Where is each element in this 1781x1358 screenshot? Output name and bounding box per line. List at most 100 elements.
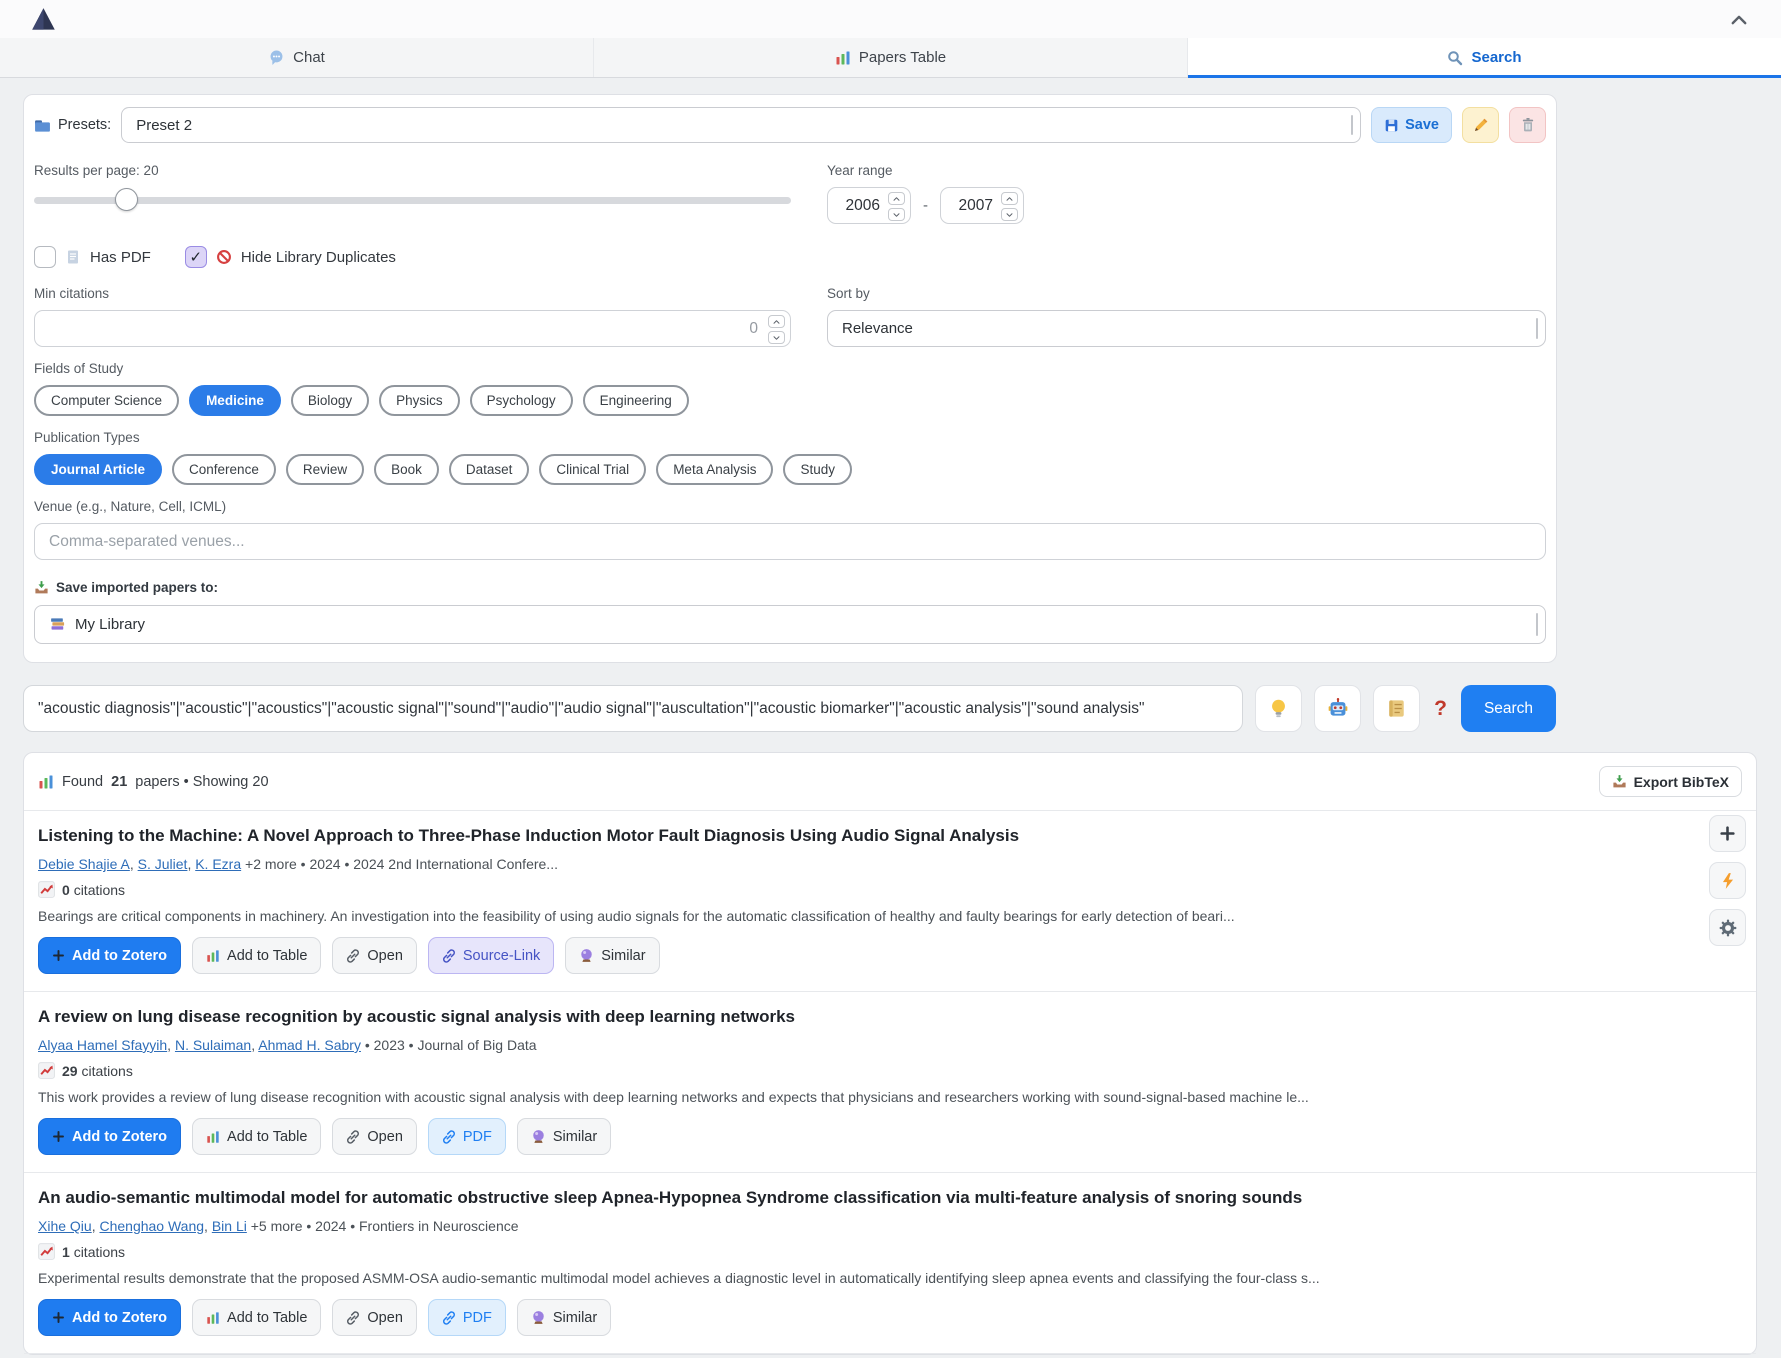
year-range-label: Year range <box>827 163 1546 178</box>
similar-button[interactable]: Similar <box>517 1299 611 1336</box>
add-to-zotero-button[interactable]: Add to Zotero <box>38 1299 181 1336</box>
year-to-decrement[interactable] <box>1001 208 1018 221</box>
author-link[interactable]: Chenghao Wang <box>99 1218 204 1234</box>
preset-select[interactable]: Preset 2 <box>121 107 1361 143</box>
author-link[interactable]: N. Sulaiman <box>175 1037 251 1053</box>
hide-duplicates-checkbox[interactable]: ✓ Hide Library Duplicates <box>185 246 396 268</box>
paper-title: Listening to the Machine: A Novel Approa… <box>38 826 1686 846</box>
save-preset-button[interactable]: Save <box>1371 107 1452 143</box>
chart-increasing-icon <box>38 1062 55 1079</box>
open-button[interactable]: Open <box>332 1118 416 1155</box>
has-pdf-checkbox[interactable]: Has PDF <box>34 246 151 268</box>
citations-count: 1 <box>62 1244 70 1260</box>
add-button[interactable] <box>1709 815 1746 852</box>
ai-assist-button[interactable] <box>1314 685 1361 732</box>
checkbox-checked[interactable]: ✓ <box>185 246 207 268</box>
min-citations-input[interactable]: 0 <box>34 310 791 347</box>
tab-chat[interactable]: Chat <box>0 38 594 77</box>
add-to-zotero-button[interactable]: Add to Zotero <box>38 1118 181 1155</box>
chip-conference[interactable]: Conference <box>172 454 276 485</box>
author-link[interactable]: S. Juliet <box>138 856 188 872</box>
add-to-table-button[interactable]: Add to Table <box>192 937 321 974</box>
similar-button[interactable]: Similar <box>565 937 659 974</box>
delete-preset-button[interactable] <box>1509 107 1546 143</box>
author-link[interactable]: Bin Li <box>212 1218 247 1234</box>
citations-line: 0 citations <box>38 881 1686 898</box>
year-to-increment[interactable] <box>1001 192 1018 205</box>
bar-chart-icon <box>206 1311 220 1325</box>
history-button[interactable] <box>1373 685 1420 732</box>
pdf-button[interactable]: PDF <box>428 1299 506 1336</box>
year-to-input[interactable]: 2007 <box>940 187 1024 224</box>
add-to-table-button[interactable]: Add to Table <box>192 1299 321 1336</box>
year-from-decrement[interactable] <box>888 208 905 221</box>
paper-authors: Xihe Qiu, Chenghao Wang, Bin Li +5 more … <box>38 1218 1686 1234</box>
checkbox-unchecked[interactable] <box>34 246 56 268</box>
collapse-panel-button[interactable] <box>1727 9 1751 31</box>
source-link-button[interactable]: Source-Link <box>428 937 554 974</box>
year-range-separator: - <box>923 197 928 214</box>
citations-count: 29 <box>62 1063 78 1079</box>
chevron-down-icon <box>1005 211 1014 219</box>
chip-biology[interactable]: Biology <box>291 385 369 416</box>
year-from-input[interactable]: 2006 <box>827 187 911 224</box>
suggest-keywords-button[interactable] <box>1255 685 1302 732</box>
quick-actions-button[interactable] <box>1709 862 1746 899</box>
hide-duplicates-label: Hide Library Duplicates <box>241 249 396 266</box>
tab-search[interactable]: Search <box>1188 38 1781 77</box>
chip-book[interactable]: Book <box>374 454 439 485</box>
add-to-table-button[interactable]: Add to Table <box>192 1118 321 1155</box>
sort-by-select[interactable]: Relevance <box>827 310 1546 347</box>
tab-papers-table[interactable]: Papers Table <box>594 38 1188 77</box>
author-link[interactable]: Debie Shajie A <box>38 856 130 872</box>
chip-engineering[interactable]: Engineering <box>583 385 689 416</box>
author-link[interactable]: Ahmad H. Sabry <box>258 1037 361 1053</box>
crystal-ball-icon <box>531 1310 546 1325</box>
chip-clinical-trial[interactable]: Clinical Trial <box>539 454 646 485</box>
chip-study[interactable]: Study <box>783 454 852 485</box>
min-citations-decrement[interactable] <box>768 331 785 344</box>
chip-review[interactable]: Review <box>286 454 364 485</box>
app-logo-icon <box>30 6 57 33</box>
similar-button[interactable]: Similar <box>517 1118 611 1155</box>
settings-button[interactable] <box>1709 909 1746 946</box>
search-button[interactable]: Search <box>1461 685 1556 732</box>
results-side-actions <box>1709 815 1746 946</box>
paper-actions: Add to Zotero Add to Table Open PDF Simi… <box>38 1118 1686 1155</box>
paper-meta: • 2023 • Journal of Big Data <box>365 1037 537 1053</box>
chip-medicine[interactable]: Medicine <box>189 385 281 416</box>
add-to-zotero-button[interactable]: Add to Zotero <box>38 937 181 974</box>
presets-row: Presets: Preset 2 Save <box>34 107 1546 143</box>
author-link[interactable]: Xihe Qiu <box>38 1218 92 1234</box>
bar-chart-icon <box>206 1130 220 1144</box>
venue-input[interactable] <box>34 523 1546 560</box>
chip-dataset[interactable]: Dataset <box>449 454 530 485</box>
year-from-increment[interactable] <box>888 192 905 205</box>
chip-computer-science[interactable]: Computer Science <box>34 385 179 416</box>
scroll-icon <box>1386 698 1407 719</box>
author-link[interactable]: K. Ezra <box>195 856 241 872</box>
results-per-page-slider[interactable] <box>34 187 791 213</box>
slider-thumb[interactable] <box>115 188 138 211</box>
paper-title: An audio-semantic multimodal model for a… <box>38 1188 1686 1208</box>
export-bibtex-button[interactable]: Export BibTeX <box>1599 766 1742 797</box>
plus-icon <box>52 1130 65 1143</box>
save-to-library-select[interactable]: My Library <box>34 605 1546 644</box>
open-button[interactable]: Open <box>332 937 416 974</box>
author-link[interactable]: Alyaa Hamel Sfayyih <box>38 1037 167 1053</box>
chip-journal-article[interactable]: Journal Article <box>34 454 162 485</box>
chip-psychology[interactable]: Psychology <box>470 385 573 416</box>
results-per-page-label: Results per page: 20 <box>34 163 791 178</box>
min-citations-increment[interactable] <box>768 315 785 328</box>
min-citations-label: Min citations <box>34 286 791 301</box>
search-query-input[interactable] <box>23 685 1243 732</box>
document-icon <box>65 249 81 265</box>
paper-actions: Add to Zotero Add to Table Open Source-L… <box>38 937 1686 974</box>
chip-meta-analysis[interactable]: Meta Analysis <box>656 454 773 485</box>
chip-physics[interactable]: Physics <box>379 385 460 416</box>
slider-track[interactable] <box>34 197 791 204</box>
open-button[interactable]: Open <box>332 1299 416 1336</box>
help-icon[interactable]: ? <box>1434 697 1447 721</box>
pdf-button[interactable]: PDF <box>428 1118 506 1155</box>
rename-preset-button[interactable] <box>1462 107 1499 143</box>
